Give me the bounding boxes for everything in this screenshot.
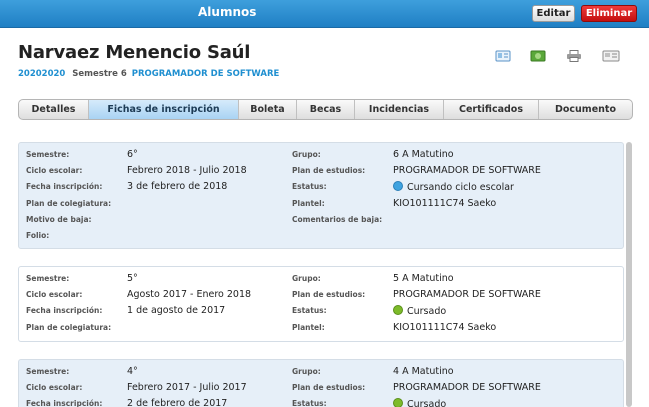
- value-fecha: 3 de febrero de 2018: [127, 181, 228, 192]
- value-plan: PROGRAMADOR DE SOFTWARE: [393, 382, 541, 393]
- money-icon[interactable]: [530, 47, 546, 62]
- status-current-icon: [393, 181, 403, 191]
- student-program[interactable]: PROGRAMADOR DE SOFTWARE: [132, 69, 280, 79]
- tab-detalles[interactable]: Detalles: [19, 100, 89, 119]
- label-plantel: Plantel:: [292, 323, 325, 332]
- label-plan: Plan de estudios:: [292, 383, 366, 392]
- student-matricula: 20202020: [18, 69, 66, 79]
- value-estatus: Cursando ciclo escolar: [393, 181, 514, 193]
- label-comentarios: Comentarios de baja:: [292, 215, 383, 224]
- label-colegiatura: Plan de colegiatura:: [26, 199, 112, 208]
- label-estatus: Estatus:: [292, 399, 327, 407]
- label-estatus: Estatus:: [292, 182, 327, 191]
- label-semestre: Semestre:: [26, 150, 70, 159]
- label-semestre: Semestre:: [26, 367, 70, 376]
- status-text: Cursado: [407, 306, 447, 317]
- label-estatus: Estatus:: [292, 306, 327, 315]
- edit-button[interactable]: Editar: [532, 5, 575, 22]
- value-estatus: Cursado: [393, 305, 446, 317]
- status-text: Cursado: [407, 399, 447, 407]
- value-plantel: KIO101111C74 Saeko: [393, 198, 497, 209]
- top-bar: Alumnos Editar Eliminar: [0, 0, 649, 28]
- enrollment-card: Semestre: 4° Ciclo escolar: Febrero 2017…: [18, 359, 624, 407]
- tab-boleta[interactable]: Boleta: [239, 100, 297, 119]
- label-plantel: Plantel:: [292, 199, 325, 208]
- value-semestre: 6°: [127, 149, 138, 160]
- tab-bar: Detalles Fichas de inscripción Boleta Be…: [18, 99, 633, 120]
- value-ciclo: Agosto 2017 - Enero 2018: [127, 289, 252, 300]
- value-grupo: 5 A Matutino: [393, 273, 454, 284]
- value-ciclo: Febrero 2018 - Julio 2018: [127, 165, 247, 176]
- tab-becas[interactable]: Becas: [297, 100, 355, 119]
- value-estatus: Cursado: [393, 398, 446, 407]
- scrollbar[interactable]: [626, 142, 632, 407]
- value-semestre: 4°: [127, 366, 138, 377]
- value-semestre: 5°: [127, 273, 138, 284]
- tab-certificados[interactable]: Certificados: [444, 100, 539, 119]
- label-grupo: Grupo:: [292, 367, 321, 376]
- card-icon[interactable]: [602, 47, 620, 62]
- student-semester: Semestre 6: [72, 69, 127, 79]
- enrollment-card: Semestre: 5° Ciclo escolar: Agosto 2017 …: [18, 266, 624, 342]
- enrollment-card: Semestre: 6° Ciclo escolar: Febrero 2018…: [18, 142, 624, 249]
- label-ciclo: Ciclo escolar:: [26, 383, 83, 392]
- label-motivo: Motivo de baja:: [26, 215, 92, 224]
- label-colegiatura: Plan de colegiatura:: [26, 323, 112, 332]
- tab-fichas-inscripcion[interactable]: Fichas de inscripción: [89, 100, 239, 119]
- value-ciclo: Febrero 2017 - Julio 2017: [127, 382, 247, 393]
- value-grupo: 4 A Matutino: [393, 366, 454, 377]
- label-fecha: Fecha inscripción:: [26, 306, 103, 315]
- student-name: Narvaez Menencio Saúl: [18, 42, 251, 63]
- status-done-icon: [393, 305, 403, 315]
- label-folio: Folio:: [26, 231, 50, 240]
- label-fecha: Fecha inscripción:: [26, 182, 103, 191]
- label-plan: Plan de estudios:: [292, 290, 366, 299]
- label-plan: Plan de estudios:: [292, 166, 366, 175]
- label-ciclo: Ciclo escolar:: [26, 166, 83, 175]
- tab-incidencias[interactable]: Incidencias: [355, 100, 444, 119]
- print-icon[interactable]: [566, 47, 582, 62]
- label-semestre: Semestre:: [26, 274, 70, 283]
- value-plan: PROGRAMADOR DE SOFTWARE: [393, 165, 541, 176]
- value-plan: PROGRAMADOR DE SOFTWARE: [393, 289, 541, 300]
- status-done-icon: [393, 398, 403, 407]
- delete-button[interactable]: Eliminar: [581, 5, 637, 22]
- student-subline: 20202020 Semestre 6 PROGRAMADOR DE SOFTW…: [18, 69, 279, 79]
- label-grupo: Grupo:: [292, 274, 321, 283]
- tab-documento[interactable]: Documento: [539, 100, 632, 119]
- value-plantel: KIO101111C74 Saeko: [393, 322, 497, 333]
- label-ciclo: Ciclo escolar:: [26, 290, 83, 299]
- page-section-title: Alumnos: [198, 5, 257, 19]
- value-fecha: 1 de agosto de 2017: [127, 305, 226, 316]
- id-card-icon[interactable]: [495, 47, 511, 62]
- label-fecha: Fecha inscripción:: [26, 399, 103, 407]
- value-fecha: 2 de febrero de 2017: [127, 398, 228, 407]
- value-grupo: 6 A Matutino: [393, 149, 454, 160]
- label-grupo: Grupo:: [292, 150, 321, 159]
- status-text: Cursando ciclo escolar: [407, 182, 514, 193]
